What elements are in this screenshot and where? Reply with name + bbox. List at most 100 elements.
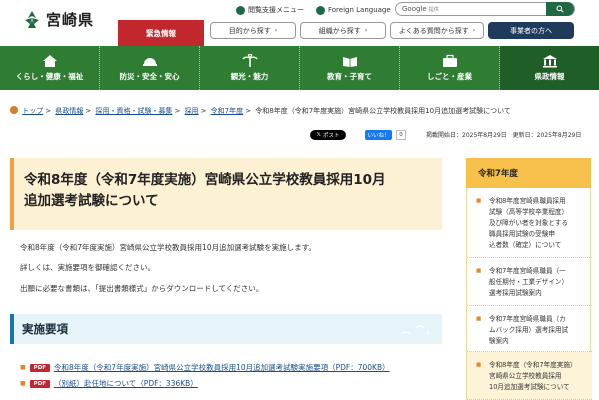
search-by-purpose-label: 目的から探す [228, 26, 271, 35]
search-by-org-button[interactable]: 組織から探す › [300, 22, 386, 39]
sidebar-item-line: 10月追加選考試験について [489, 383, 570, 391]
nav-item-government[interactable]: 県政情報 [500, 46, 599, 90]
updated-date: 更新日：2025年8月29日 [512, 132, 582, 139]
nav-item-education[interactable]: 教育・子育て [300, 46, 400, 90]
breadcrumb-current: 令和8年度（令和7年度実施）宮崎県公立学校教員採用10月追加選考試験について [255, 107, 511, 115]
page-title: 令和8年度（令和7年度実施）宮崎県公立学校教員採用10月 追加選考試験について [24, 170, 432, 212]
nav-label: しごと・産業 [427, 72, 472, 81]
nav-item-safety[interactable]: 防災・安全・安心 [100, 46, 200, 90]
nav-label: 教育・子育て [327, 72, 372, 81]
site-logo[interactable]: 宮崎県 [22, 9, 94, 30]
emergency-info-label: 緊急情報 [146, 29, 176, 38]
globe-icon [316, 5, 325, 15]
posted-date: 掲載開始日：2025年8月29日 [426, 132, 507, 139]
nav-item-tourism[interactable]: 観光・魅力 [200, 46, 300, 90]
breadcrumb-link[interactable]: トップ [22, 107, 43, 115]
home-icon [10, 106, 18, 114]
breadcrumb-separator: > [174, 107, 181, 115]
sidebar-item-line: 選考採用試験案内 [489, 289, 542, 297]
nav-item-work[interactable]: しごと・産業 [400, 46, 500, 90]
bullet-icon: ■ [476, 198, 482, 204]
pdf-badge: PDF [29, 363, 51, 372]
emergency-info-tab[interactable]: 緊急情報 [118, 20, 204, 46]
gear-icon [236, 5, 245, 15]
business-label: 事業者の方へ [510, 26, 552, 35]
bullet-icon: ■ [476, 362, 482, 368]
pdf-badge: PDF [29, 379, 51, 388]
breadcrumb-link[interactable]: 県政情報 [55, 107, 83, 115]
chevron-right-icon: › [274, 27, 278, 34]
sidebar-heading-text: 令和7年度 [478, 169, 518, 179]
breadcrumb-link[interactable]: 採用・資格・試験・募集 [95, 107, 172, 115]
bullet-icon: ■ [20, 364, 26, 371]
sidebar-item-line: 職員採用試験の受験申 [489, 230, 555, 238]
sidebar-item-line: 令和7年度宮崎県職員（一 [489, 267, 566, 275]
breadcrumb-separator: > [245, 107, 252, 115]
sidebar-item-line: ムバック採用）選考採用試 [489, 326, 569, 334]
x-icon: 𝕏 [316, 132, 321, 138]
search-input[interactable]: 提供 [429, 6, 439, 13]
accessibility-menu-link[interactable]: 閲覧支援メニュー [236, 3, 304, 17]
global-nav: くらし・健康・福祉 防災・安全・安心 観光・魅力 教育・子育て しごと・産業 県… [0, 46, 599, 90]
section-heading-text: 実施要項 [22, 322, 68, 336]
breadcrumb-separator: > [200, 107, 207, 115]
x-post-button[interactable]: 𝕏 ポスト [310, 130, 346, 140]
pdf-link[interactable]: （別紙）赴任地について（PDF：336KB） [54, 378, 198, 389]
page-dates: 掲載開始日：2025年8月29日 更新日：2025年8月29日 [426, 130, 581, 139]
business-button[interactable]: 事業者の方へ [488, 22, 574, 39]
body-paragraph: 令和8年度（令和7年度実施）宮崎県公立学校教員採用10月追加選考試験を実施します… [20, 243, 316, 252]
sidebar-list: ■ 令和8年度宮崎県職員採用 試験（高等学校卒業程度） 及び障がい者を対象とする… [466, 188, 592, 400]
pdf-link[interactable]: 令和8年度（令和7年度実施）宮崎県公立学校教員採用10月追加選考試験実施要項（P… [54, 362, 390, 373]
sidebar-item-line: 令和7年度宮崎県職員（カ [489, 315, 566, 323]
sidebar-item-line: 及び障がい者を対象とする [489, 219, 568, 227]
foreign-language-link[interactable]: Foreign Language [316, 3, 391, 17]
sidebar-item-line: 般任期付・工業デザイン） [489, 278, 569, 286]
search-by-faq-label: よくある質問から探す [398, 26, 469, 35]
site-name: 宮崎県 [46, 11, 95, 29]
nav-item-life[interactable]: くらし・健康・福祉 [0, 46, 100, 90]
prefecture-emblem-icon [25, 10, 39, 28]
bird-decoration-icon [401, 325, 430, 335]
sidebar-item-line: 試験（高等学校卒業程度） [489, 208, 569, 216]
search-form: Google 提供 [395, 2, 575, 16]
breadcrumb-link[interactable]: 令和7年度 [211, 107, 243, 115]
nav-label: 観光・魅力 [230, 72, 269, 81]
search-by-faq-button[interactable]: よくある質問から探す › [390, 22, 484, 39]
sidebar-item-line: 宮崎県公立学校教員採用 [489, 372, 562, 380]
palm-tree-icon [241, 54, 258, 67]
body-paragraph: 出願に必要な書類は、「提出書類様式」からダウンロードしてください。 [20, 284, 264, 293]
x-post-label: ポスト [322, 133, 340, 139]
breadcrumb-link[interactable]: 採用 [185, 107, 199, 115]
search-provider-label: Google [402, 5, 427, 13]
pdf-list-item: ■ PDF （別紙）赴任地について（PDF：336KB） [20, 378, 198, 389]
page-title-line: 追加選考試験について [24, 193, 159, 209]
breadcrumb-separator: > [45, 107, 52, 115]
sidebar-item[interactable]: ■ 令和8年度宮崎県職員採用 試験（高等学校卒業程度） 及び障がい者を対象とする… [467, 188, 592, 258]
nav-label: 防災・安全・安心 [119, 72, 180, 81]
sidebar-heading: 令和7年度 [466, 158, 591, 188]
chevron-right-icon: › [472, 27, 476, 34]
sidebar-item-line: 込者数（確定）について [489, 241, 562, 249]
briefcase-icon [442, 54, 457, 67]
helmet-icon [142, 58, 157, 66]
section-heading: 実施要項 [10, 314, 442, 344]
search-by-purpose-button[interactable]: 目的から探す › [210, 22, 296, 39]
body-paragraph: 詳しくは、実施要項を御確認ください。 [20, 263, 155, 272]
sidebar-item-current[interactable]: ■ 令和8年度（令和7年度実施） 宮崎県公立学校教員採用 10月追加選考試験につ… [467, 352, 592, 400]
search-icon [556, 5, 564, 13]
facebook-like-button[interactable]: いいね！ [365, 130, 392, 140]
pdf-list-item: ■ PDF 令和8年度（令和7年度実施）宮崎県公立学校教員採用10月追加選考試験… [20, 362, 390, 373]
foreign-language-label: Foreign Language [328, 6, 391, 14]
chevron-right-icon: › [364, 27, 368, 34]
search-button[interactable] [546, 2, 574, 16]
site-header: 宮崎県 閲覧支援メニュー Foreign Language Google 提供 … [0, 0, 599, 50]
sidebar-item-line: 令和8年度（令和7年度実施） [489, 361, 577, 369]
nav-label: くらし・健康・福祉 [15, 72, 84, 81]
bullet-icon: ■ [20, 380, 26, 387]
sidebar-item[interactable]: ■ 令和7年度宮崎県職員（カ ムバック採用）選考採用試 験案内 [467, 306, 592, 352]
like-label: いいね！ [367, 133, 390, 139]
bullet-icon: ■ [476, 316, 482, 322]
breadcrumb-separator: > [85, 107, 92, 115]
sidebar-item[interactable]: ■ 令和7年度宮崎県職員（一 般任期付・工業デザイン） 選考採用試験案内 [467, 258, 592, 306]
sidebar-item-line: 験案内 [489, 337, 509, 345]
